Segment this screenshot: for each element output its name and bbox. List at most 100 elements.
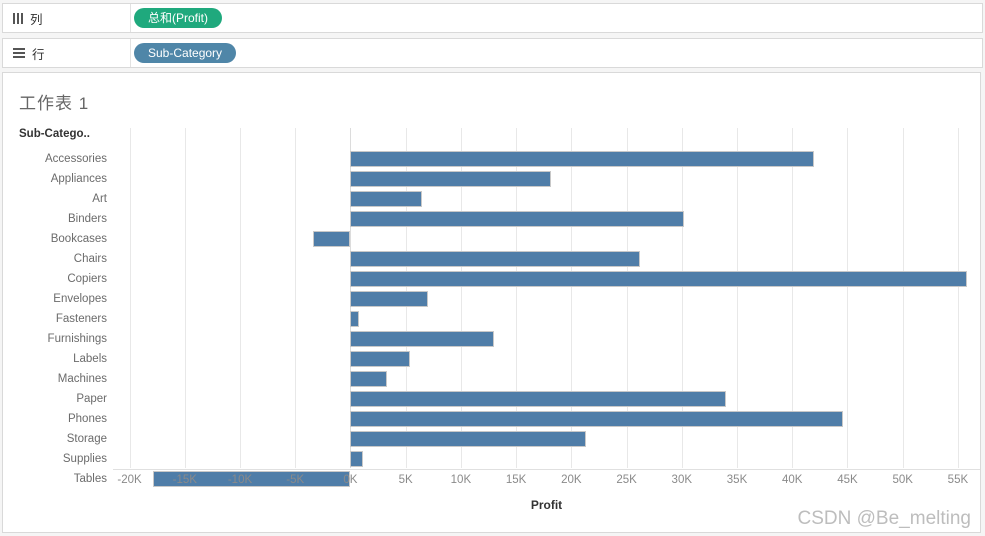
x-axis-tick-label: 25K [616,474,637,486]
x-axis-tick-label: 50K [892,474,913,486]
x-axis-tick-label: 0K [343,474,358,486]
x-axis-tick-label: 55K [947,474,969,486]
row-label[interactable]: Appliances [3,169,107,189]
row-label[interactable]: Chairs [3,249,107,269]
x-axis-tick-label: -15K [172,474,197,486]
bar-track [113,389,980,409]
rows-shelf-dropzone[interactable]: Sub-Category [131,39,982,67]
x-axis-tick-label: 30K [671,474,693,486]
row-label[interactable]: Bookcases [3,229,107,249]
bar[interactable] [312,231,351,247]
columns-shelf-label-text: 列 [30,12,43,27]
chart-row: Copiers [3,269,980,289]
chart-row: Envelopes [3,289,980,309]
rows-icon [13,48,25,59]
row-label[interactable]: Phones [3,409,107,429]
bar[interactable] [350,431,586,447]
chart-row: Phones [3,409,980,429]
row-label[interactable]: Machines [3,369,107,389]
pill-sub-category[interactable]: Sub-Category [134,43,237,63]
bar[interactable] [350,191,423,207]
x-axis-tick-label: 35K [726,474,748,486]
chart-row: Machines [3,369,980,389]
bar-track [113,209,980,229]
bar[interactable] [350,211,684,227]
bar[interactable] [350,291,428,307]
category-rows: Accessories Appliances Art Binders Bookcases… [3,149,980,489]
bar-track [113,329,980,349]
row-label[interactable]: Binders [3,209,107,229]
chart-row: Furnishings [3,329,980,349]
row-label[interactable]: Fasteners [3,309,107,329]
row-label[interactable]: Furnishings [3,329,107,349]
rows-shelf-label-text: 行 [32,47,45,62]
row-label[interactable]: Tables [3,469,107,489]
chart-row: Paper [3,389,980,409]
bar-track [113,449,980,469]
x-axis-tick-label: 5K [398,474,413,486]
x-axis-tick-label: 20K [561,474,582,486]
rows-shelf[interactable]: 行 Sub-Category [2,38,983,68]
chart-row: Bookcases [3,229,980,249]
row-field-header: Sub-Catego.. [19,128,90,140]
columns-shelf[interactable]: 列 总和(Profit) [2,3,983,33]
bar[interactable] [350,311,360,327]
chart-row: Storage [3,429,980,449]
bar[interactable] [350,271,967,287]
bar-track [113,269,980,289]
bar[interactable] [350,251,640,267]
x-axis-tick-label: -10K [227,474,253,486]
x-axis-tick-label: 10K [450,474,472,486]
bar-chart: Sub-Catego.. Accessories Appliances Art Bin… [3,128,980,532]
x-axis-tick-label: 40K [782,474,803,486]
chart-row: Labels [3,349,980,369]
columns-shelf-label: 列 [3,4,131,32]
x-axis-tick-label: 15K [505,474,527,486]
bar[interactable] [350,331,495,347]
pill-sum-profit[interactable]: 总和(Profit) [134,8,223,28]
x-axis-line [113,469,980,470]
bar[interactable] [350,351,411,367]
bar[interactable] [350,371,387,387]
bar[interactable] [350,171,552,187]
chart-row: Binders [3,209,980,229]
chart-row: Art [3,189,980,209]
row-label[interactable]: Supplies [3,449,107,469]
bar-track [113,169,980,189]
bar[interactable] [350,151,815,167]
bar[interactable] [350,391,726,407]
columns-icon [13,12,23,24]
row-label[interactable]: Paper [3,389,107,409]
row-label[interactable]: Labels [3,349,107,369]
bar-track [113,429,980,449]
x-axis-tick-label: -5K [286,474,305,486]
chart-row: Accessories [3,149,980,169]
worksheet-canvas: 工作表 1 Sub-Catego.. Accessories Appliances… [2,72,981,533]
row-label[interactable]: Envelopes [3,289,107,309]
bar-track [113,369,980,389]
tableau-worksheet-window: 列 总和(Profit) 行 Sub-Category 工作表 1 Sub-Ca… [0,0,985,536]
chart-row: Fasteners [3,309,980,329]
x-axis-tick-label: 45K [837,474,858,486]
columns-shelf-dropzone[interactable]: 总和(Profit) [131,4,982,32]
x-axis-tick-label: -20K [117,474,142,486]
bar-track [113,349,980,369]
row-label[interactable]: Storage [3,429,107,449]
bar-track [113,189,980,209]
bar-track [113,149,980,169]
bar[interactable] [350,411,844,427]
bar-track [113,309,980,329]
chart-row: Supplies [3,449,980,469]
rows-shelf-label: 行 [3,39,131,67]
row-label[interactable]: Art [3,189,107,209]
x-axis[interactable]: -20K -15K -10K -5K 0K 5K 10K 15K 20K 25K 30K 35K 40K… [113,469,980,499]
row-label[interactable]: Accessories [3,149,107,169]
bar[interactable] [350,451,363,467]
chart-row: Chairs [3,249,980,269]
bar-track [113,229,980,249]
bar-track [113,249,980,269]
bar-track [113,289,980,309]
row-label[interactable]: Copiers [3,269,107,289]
watermark: CSDN @Be_melting [797,508,971,529]
bar-track [113,409,980,429]
